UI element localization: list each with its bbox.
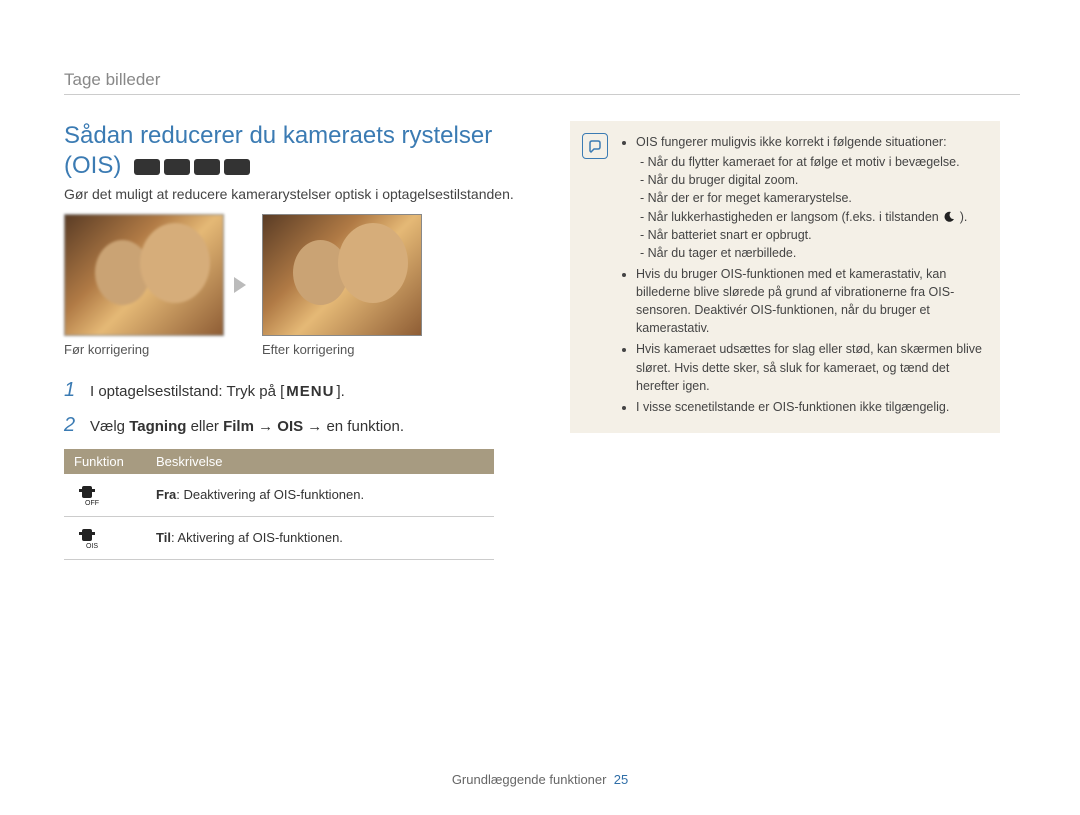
notice-box: OIS fungerer muligvis ikke korrekt i føl… bbox=[570, 121, 1000, 433]
cell-icon-off: OFF bbox=[64, 474, 146, 517]
notice-item-2: Hvis du bruger OIS-funktionen med et kam… bbox=[636, 265, 982, 338]
step-2: 2 Vælg Tagning eller Film → OIS → en fun… bbox=[64, 414, 524, 437]
step2-mid2: → bbox=[254, 418, 277, 435]
footer-page-number: 25 bbox=[614, 772, 628, 787]
dash-item: Når du flytter kameraet for at følge et … bbox=[640, 153, 982, 171]
mode-scene-icon bbox=[164, 159, 190, 175]
caption-before: Før korrigering bbox=[64, 342, 222, 357]
dash-item: Når der er for meget kamerarystelse. bbox=[640, 189, 982, 207]
dash4-suffix: ). bbox=[956, 210, 967, 224]
svg-text:OFF: OFF bbox=[85, 500, 99, 506]
footer-section: Grundlæggende funktioner bbox=[452, 772, 607, 787]
notice-1-text: OIS fungerer muligvis ikke korrekt i føl… bbox=[636, 135, 947, 149]
mode-movie-icon bbox=[224, 159, 250, 175]
page-title: Sådan reducerer du kameraets rystelser (… bbox=[64, 121, 524, 181]
right-column: OIS fungerer muligvis ikke korrekt i føl… bbox=[570, 121, 1000, 560]
caption-after: Efter korrigering bbox=[262, 342, 420, 357]
mode-icon-strip bbox=[134, 159, 250, 175]
notice-sublist: Når du flytter kameraet for at følge et … bbox=[636, 153, 982, 262]
columns: Sådan reducerer du kameraets rystelser (… bbox=[64, 121, 1020, 560]
intro-text: Gør det muligt at reducere kamerarystels… bbox=[64, 185, 524, 204]
function-table: Funktion Beskrivelse OFF Fra: Deaktiveri… bbox=[64, 449, 494, 560]
step-number-1: 1 bbox=[64, 379, 90, 402]
title-line-1: Sådan reducerer du kameraets rystelser bbox=[64, 122, 492, 149]
step2-suffix: → en funktion. bbox=[303, 418, 404, 435]
cell-icon-on: OIS bbox=[64, 516, 146, 559]
photo-after bbox=[262, 214, 422, 336]
mode-camera-icon bbox=[134, 159, 160, 175]
arrow-right-icon bbox=[232, 273, 252, 297]
step2-bold2: Film bbox=[223, 418, 254, 435]
mode-dual-is-icon bbox=[194, 159, 220, 175]
table-row: OFF Fra: Deaktivering af OIS-funktionen. bbox=[64, 474, 494, 517]
dash-item: Når batteriet snart er opbrugt. bbox=[640, 226, 982, 244]
th-funktion: Funktion bbox=[64, 449, 146, 474]
divider bbox=[64, 94, 1020, 95]
desc-fra: : Deaktivering af OIS-funktionen. bbox=[176, 487, 364, 502]
dash-item: Når lukkerhastigheden er langsom (f.eks.… bbox=[640, 208, 982, 226]
desc-til: : Aktivering af OIS-funktionen. bbox=[171, 530, 343, 545]
step2-bold1: Tagning bbox=[129, 418, 186, 435]
svg-text:OIS: OIS bbox=[86, 543, 98, 549]
notice-item-4: I visse scenetilstande er OIS-funktionen… bbox=[636, 398, 982, 416]
step1-suffix: ]. bbox=[336, 383, 344, 400]
cell-desc-on: Til: Aktivering af OIS-funktionen. bbox=[146, 516, 494, 559]
before-box: Før korrigering bbox=[64, 214, 222, 357]
step-1-text: I optagelsestilstand: Tryk på [MENU]. bbox=[90, 381, 345, 402]
note-icon bbox=[582, 133, 608, 159]
step2-mid1: eller bbox=[186, 418, 223, 435]
notice-list: OIS fungerer muligvis ikke korrekt i føl… bbox=[620, 133, 982, 416]
label-til: Til bbox=[156, 530, 171, 545]
page: Tage billeder Sådan reducerer du kamerae… bbox=[0, 0, 1080, 815]
breadcrumb: Tage billeder bbox=[64, 70, 1020, 90]
photo-before bbox=[64, 214, 224, 336]
before-after-row: Før korrigering Efter korrigering bbox=[64, 214, 524, 357]
step1-prefix: I optagelsestilstand: Tryk på [ bbox=[90, 383, 284, 400]
notice-item-1: OIS fungerer muligvis ikke korrekt i føl… bbox=[636, 133, 982, 262]
after-box: Efter korrigering bbox=[262, 214, 420, 357]
dash-item: Når du tager et nærbillede. bbox=[640, 244, 982, 262]
step2-bold3: OIS bbox=[277, 418, 303, 435]
table-row: OIS Til: Aktivering af OIS-funktionen. bbox=[64, 516, 494, 559]
th-beskrivelse: Beskrivelse bbox=[146, 449, 494, 474]
step-2-text: Vælg Tagning eller Film → OIS → en funkt… bbox=[90, 416, 404, 437]
night-mode-icon bbox=[942, 210, 956, 224]
ois-off-icon: OFF bbox=[74, 484, 100, 506]
ois-on-icon: OIS bbox=[74, 527, 100, 549]
menu-key-label: MENU bbox=[284, 381, 336, 402]
title-line-2: (OIS) bbox=[64, 152, 121, 179]
notice-item-3: Hvis kameraet udsættes for slag eller st… bbox=[636, 340, 982, 394]
step-1: 1 I optagelsestilstand: Tryk på [MENU]. bbox=[64, 379, 524, 402]
dash4-prefix: Når lukkerhastigheden er langsom (f.eks.… bbox=[648, 210, 943, 224]
steps-list: 1 I optagelsestilstand: Tryk på [MENU]. … bbox=[64, 379, 524, 437]
left-column: Sådan reducerer du kameraets rystelser (… bbox=[64, 121, 524, 560]
cell-desc-off: Fra: Deaktivering af OIS-funktionen. bbox=[146, 474, 494, 517]
step2-prefix: Vælg bbox=[90, 418, 129, 435]
dash-item: Når du bruger digital zoom. bbox=[640, 171, 982, 189]
step-number-2: 2 bbox=[64, 414, 90, 437]
label-fra: Fra bbox=[156, 487, 176, 502]
page-footer: Grundlæggende funktioner 25 bbox=[0, 772, 1080, 787]
